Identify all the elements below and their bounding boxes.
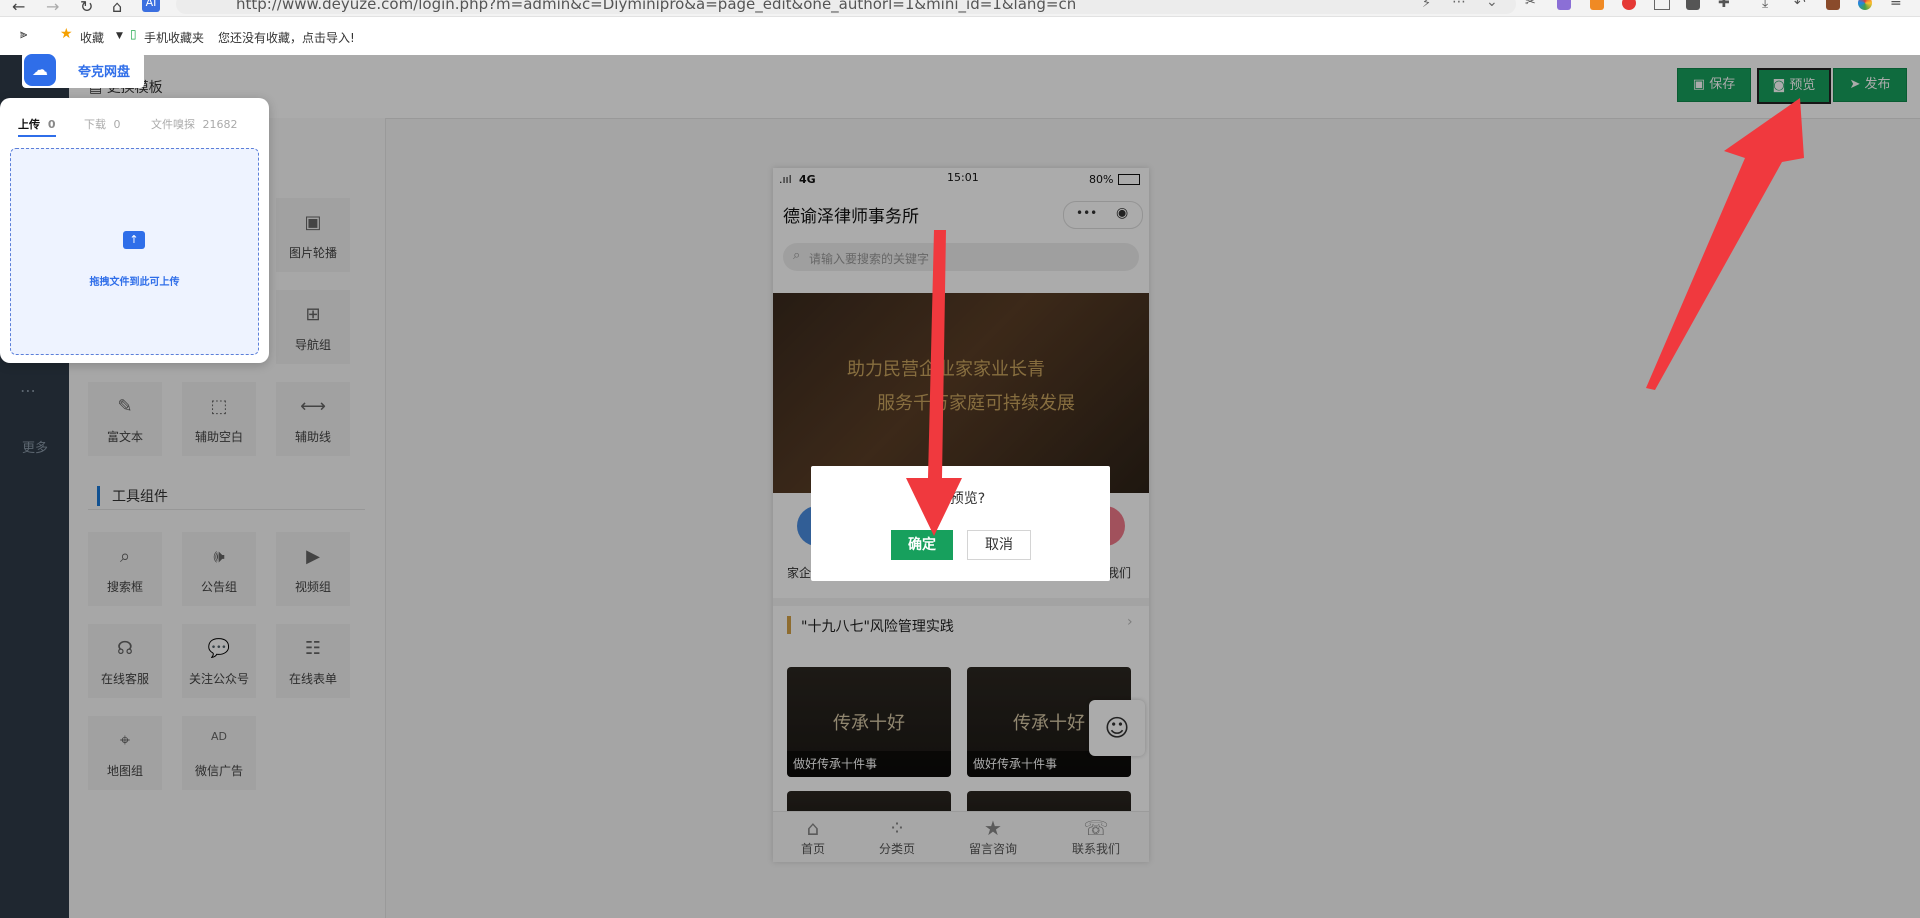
red-arrow-up <box>1646 98 1804 390</box>
annotation-arrows <box>906 98 1804 536</box>
red-arrow-down <box>906 230 962 536</box>
